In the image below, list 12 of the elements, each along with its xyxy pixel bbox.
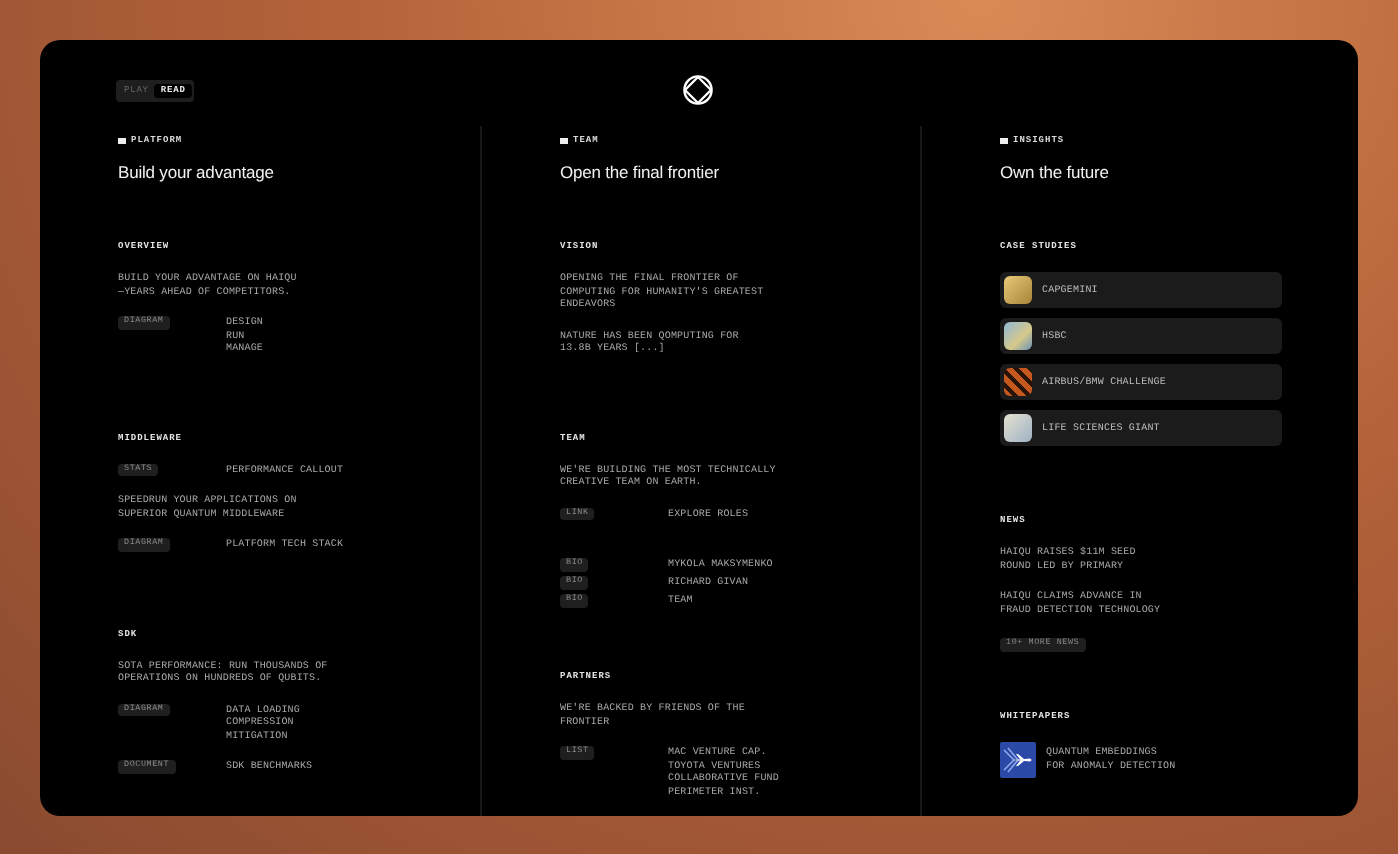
photo-placeholder [1004, 368, 1032, 396]
square-icon [118, 137, 125, 145]
photo-placeholder [1004, 414, 1032, 442]
airplane-icon [1000, 741, 1036, 777]
photo-placeholder [1004, 276, 1032, 304]
section-heading: Open the final frontier [560, 162, 721, 182]
square-icon [560, 137, 567, 145]
photo-placeholder [1004, 322, 1032, 350]
section-heading: Build your advantage [118, 162, 276, 182]
square-icon [1000, 137, 1007, 145]
logo-icon[interactable] [682, 74, 714, 106]
section-heading: Own the future [1000, 162, 1111, 182]
